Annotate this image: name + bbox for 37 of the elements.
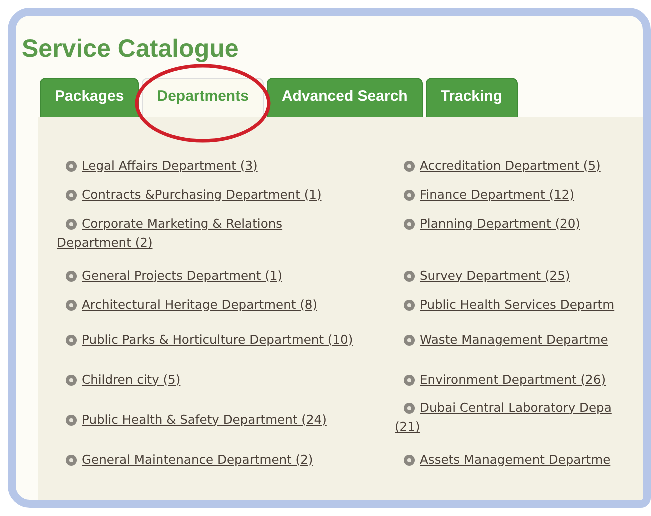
department-link[interactable]: Waste Management Departme	[420, 330, 608, 350]
bullet-icon	[404, 454, 415, 466]
department-link[interactable]: Survey Department (25)	[420, 266, 570, 286]
bullet-icon	[66, 218, 77, 230]
department-link[interactable]: Dubai Central Laboratory Depa (21)	[395, 398, 612, 438]
bullet-icon	[66, 190, 77, 200]
bullet-icon	[404, 300, 415, 310]
department-link[interactable]: Corporate Marketing & Relations Department (2)	[57, 214, 283, 254]
department-link[interactable]: Public Health Services Departm	[420, 296, 615, 316]
department-link[interactable]: Accreditation Department (5)	[420, 156, 601, 176]
bullet-icon	[404, 218, 415, 230]
department-link[interactable]: Environment Department (26)	[420, 370, 606, 390]
bullet-icon	[66, 374, 77, 386]
bullet-icon	[66, 160, 77, 172]
department-link[interactable]: Architectural Heritage Department (8)	[82, 296, 318, 316]
bullet-icon	[66, 414, 77, 426]
bullet-icon	[404, 334, 415, 346]
bullet-icon	[66, 300, 77, 310]
bullet-icon	[404, 270, 415, 282]
department-link[interactable]: Contracts &Purchasing Department (1)	[82, 186, 322, 206]
department-link[interactable]: Public Parks & Horticulture Department (10)	[82, 330, 354, 350]
department-link[interactable]: Assets Management Departme	[420, 450, 611, 470]
bullet-icon	[404, 190, 415, 200]
bullet-icon	[66, 270, 77, 282]
bullet-icon	[66, 334, 77, 346]
department-link[interactable]: General Maintenance Department (2)	[82, 450, 314, 470]
department-link[interactable]: Public Health & Safety Department (24)	[82, 410, 327, 430]
department-link[interactable]: General Projects Department (1)	[82, 266, 282, 286]
bullet-icon	[404, 402, 415, 414]
bullet-icon	[404, 160, 415, 172]
page-title: Service Catalogue	[22, 34, 240, 64]
department-link[interactable]: Planning Department (20)	[420, 214, 580, 234]
department-link[interactable]: Finance Department (12)	[420, 186, 575, 206]
department-link[interactable]: Children city (5)	[82, 370, 181, 390]
department-link[interactable]: Legal Affairs Department (3)	[82, 156, 258, 176]
bullet-icon	[66, 454, 77, 466]
bullet-icon	[404, 374, 415, 386]
